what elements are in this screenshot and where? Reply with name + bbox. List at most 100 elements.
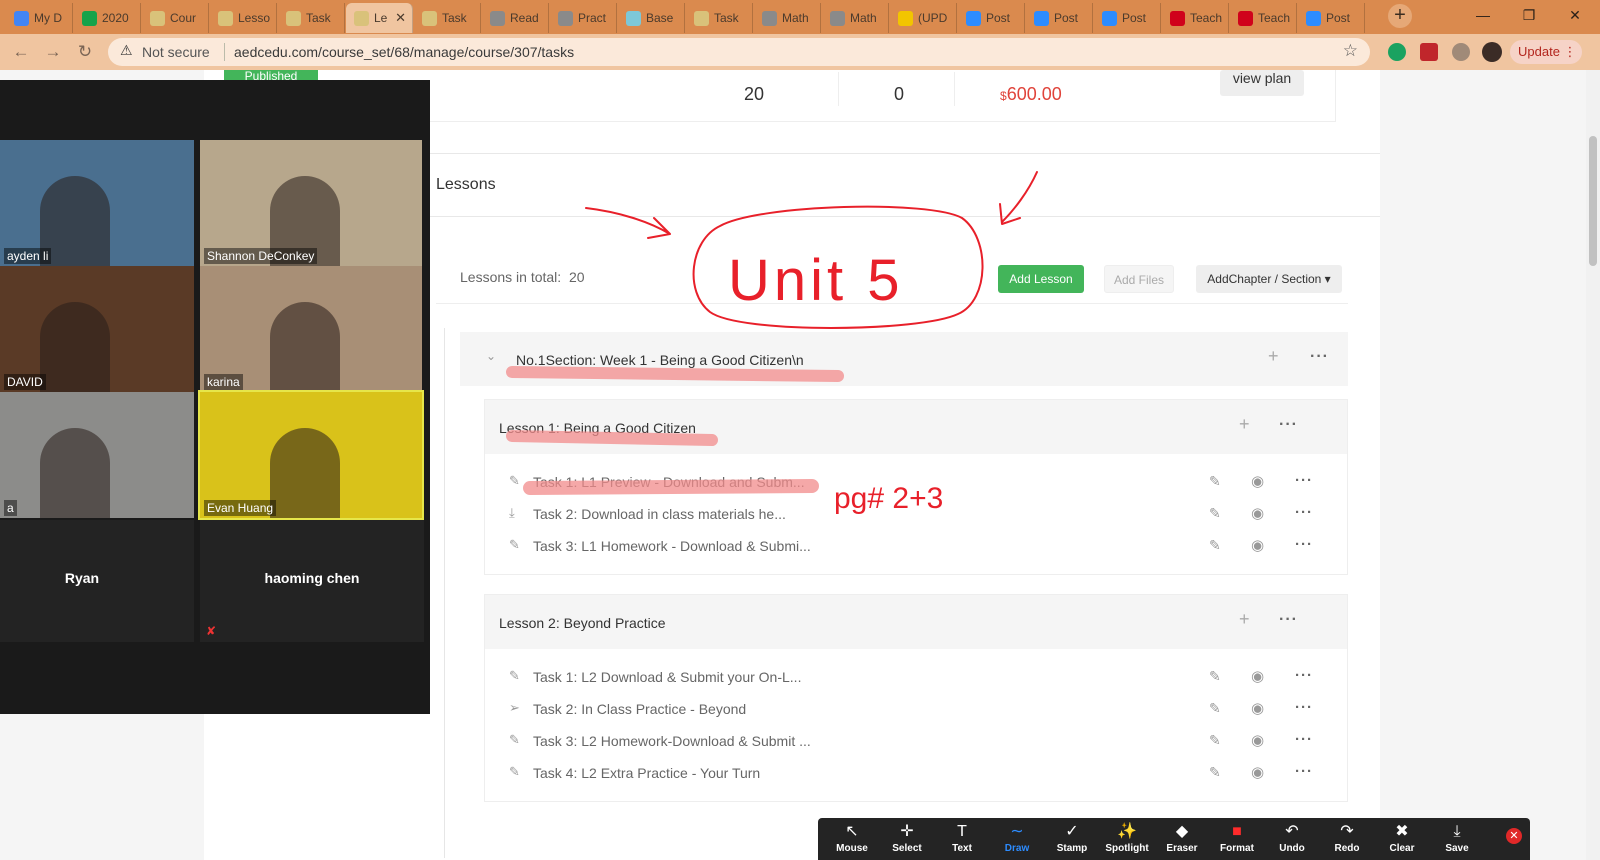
edit-pencil-icon[interactable]: ✎ — [1209, 505, 1221, 522]
close-window-button[interactable]: ✕ — [1552, 0, 1598, 32]
task-title[interactable]: Task 2: Download in class materials he..… — [533, 506, 786, 522]
chevron-down-icon[interactable]: ⌄ — [486, 349, 496, 363]
task-row[interactable]: ✎ Task 1: L1 Preview - Download and Subm.… — [509, 472, 1339, 494]
close-annotation-icon[interactable]: ✕ — [1506, 828, 1522, 844]
edit-pencil-icon[interactable]: ✎ — [1209, 473, 1221, 490]
task-title[interactable]: Task 1: L1 Preview - Download and Subm..… — [533, 474, 805, 490]
more-options-icon[interactable]: ··· — [1295, 472, 1313, 489]
more-options-icon[interactable]: ··· — [1295, 667, 1313, 684]
profile-avatar[interactable] — [1482, 42, 1502, 62]
puzzle-extensions-icon[interactable] — [1452, 43, 1470, 61]
edit-pencil-icon[interactable]: ✎ — [1209, 537, 1221, 554]
annotate-tool-draw[interactable]: ∼ Draw — [991, 822, 1043, 854]
browser-tab[interactable]: Task — [414, 3, 481, 33]
more-options-icon[interactable]: ··· — [1295, 504, 1313, 521]
browser-tab[interactable]: Post — [1094, 3, 1161, 33]
view-plan-button[interactable]: view plan — [1220, 70, 1304, 96]
task-title[interactable]: Task 2: In Class Practice - Beyond — [533, 701, 746, 717]
browser-tab[interactable]: Le ✕ — [346, 3, 413, 33]
annotate-tool-clear[interactable]: ✖ Clear — [1376, 822, 1428, 854]
more-options-icon[interactable]: ··· — [1295, 731, 1313, 748]
video-tile[interactable]: DAVID — [0, 266, 194, 392]
participant-tile[interactable]: haoming chen ✘ — [200, 520, 424, 642]
add-lesson-button[interactable]: Add Lesson — [998, 265, 1084, 293]
annotate-tool-text[interactable]: T Text — [936, 822, 988, 854]
task-row[interactable]: ✎ Task 3: L2 Homework-Download & Submit .… — [509, 731, 1339, 753]
more-options-icon[interactable]: ··· — [1279, 611, 1298, 629]
add-icon[interactable]: + — [1239, 414, 1250, 435]
video-tile[interactable]: Evan Huang — [198, 390, 424, 520]
more-options-icon[interactable]: ··· — [1295, 536, 1313, 553]
url-text[interactable]: aedcedu.com/course_set/68/manage/course/… — [234, 44, 574, 60]
edit-pencil-icon[interactable]: ✎ — [1209, 668, 1221, 685]
browser-tab[interactable]: Teach — [1230, 3, 1297, 33]
add-icon[interactable]: + — [1239, 609, 1250, 630]
bookmark-star-icon[interactable]: ☆ — [1343, 41, 1358, 61]
more-options-icon[interactable]: ··· — [1310, 348, 1329, 366]
task-title[interactable]: Task 4: L2 Extra Practice - Your Turn — [533, 765, 760, 781]
close-tab-icon[interactable]: ✕ — [395, 3, 406, 33]
back-button[interactable]: ← — [10, 41, 32, 63]
update-button[interactable]: Update ⋮ — [1510, 40, 1582, 64]
minimize-button[interactable]: — — [1460, 0, 1506, 32]
annotate-tool-stamp[interactable]: ✓ Stamp — [1046, 822, 1098, 854]
annotate-tool-save[interactable]: ⤓ Save — [1431, 822, 1483, 854]
annotate-tool-redo[interactable]: ↷ Redo — [1321, 822, 1373, 854]
video-tile[interactable]: karina — [200, 266, 422, 392]
forward-button[interactable]: → — [42, 41, 64, 63]
browser-tab[interactable]: Task — [686, 3, 753, 33]
edit-pencil-icon[interactable]: ✎ — [1209, 764, 1221, 781]
reload-button[interactable]: ↻ — [74, 41, 96, 63]
add-icon[interactable]: + — [1268, 346, 1279, 367]
task-row[interactable]: ⤓ Task 2: Download in class materials he.… — [509, 504, 1339, 526]
video-tile[interactable]: Shannon DeConkey — [200, 140, 422, 266]
browser-tab[interactable]: Base — [618, 3, 685, 33]
browser-tab[interactable]: Cour — [142, 3, 209, 33]
add-chapter-section-dropdown[interactable]: AddChapter / Section ▾ — [1196, 265, 1342, 293]
preview-eye-icon[interactable]: ◉ — [1251, 536, 1264, 554]
preview-eye-icon[interactable]: ◉ — [1251, 731, 1264, 749]
preview-eye-icon[interactable]: ◉ — [1251, 472, 1264, 490]
section-row[interactable]: ⌄ No.1Section: Week 1 - Being a Good Cit… — [460, 332, 1348, 386]
preview-eye-icon[interactable]: ◉ — [1251, 667, 1264, 685]
browser-tab[interactable]: Math — [754, 3, 821, 33]
scrollbar-thumb[interactable] — [1589, 136, 1597, 266]
edit-pencil-icon[interactable]: ✎ — [1209, 732, 1221, 749]
annotate-tool-mouse[interactable]: ↖ Mouse — [826, 822, 878, 854]
browser-tab[interactable]: Post — [958, 3, 1025, 33]
address-bar[interactable]: ⚠ Not secure aedcedu.com/course_set/68/m… — [108, 38, 1370, 66]
more-options-icon[interactable]: ··· — [1279, 416, 1298, 434]
task-row[interactable]: ✎ Task 1: L2 Download & Submit your On-L.… — [509, 667, 1339, 689]
browser-tab[interactable]: 2020 — [74, 3, 141, 33]
preview-eye-icon[interactable]: ◉ — [1251, 699, 1264, 717]
restore-button[interactable]: ❐ — [1506, 0, 1552, 32]
annotate-tool-undo[interactable]: ↶ Undo — [1266, 822, 1318, 854]
task-row[interactable]: ✎ Task 4: L2 Extra Practice - Your Turn ✎ ◉… — [509, 763, 1339, 785]
task-title[interactable]: Task 1: L2 Download & Submit your On-L..… — [533, 669, 801, 685]
browser-tab[interactable]: Pract — [550, 3, 617, 33]
annotate-tool-spotlight[interactable]: ✨ Spotlight — [1101, 822, 1153, 854]
lesson-header[interactable]: Lesson 2: Beyond Practice + ··· — [485, 595, 1347, 649]
more-options-icon[interactable]: ··· — [1295, 699, 1313, 716]
browser-tab[interactable]: Math — [822, 3, 889, 33]
lesson-header[interactable]: Lesson 1: Being a Good Citizen + ··· — [485, 400, 1347, 454]
new-tab-button[interactable]: + — [1388, 4, 1412, 28]
preview-eye-icon[interactable]: ◉ — [1251, 504, 1264, 522]
browser-tab[interactable]: Post — [1298, 3, 1365, 33]
page-scrollbar[interactable] — [1586, 70, 1600, 860]
browser-tab[interactable]: Teach — [1162, 3, 1229, 33]
more-options-icon[interactable]: ··· — [1295, 763, 1313, 780]
video-tile[interactable]: a — [0, 392, 194, 518]
preview-eye-icon[interactable]: ◉ — [1251, 763, 1264, 781]
browser-tab[interactable]: Task — [278, 3, 345, 33]
add-files-button[interactable]: Add Files — [1104, 265, 1174, 293]
participant-tile[interactable]: Ryan — [0, 520, 194, 642]
task-title[interactable]: Task 3: L1 Homework - Download & Submi..… — [533, 538, 811, 554]
annotate-tool-select[interactable]: ✛ Select — [881, 822, 933, 854]
ublock-icon[interactable] — [1420, 43, 1438, 61]
task-row[interactable]: ✎ Task 3: L1 Homework - Download & Submi.… — [509, 536, 1339, 558]
extension-icon[interactable] — [1388, 43, 1406, 61]
video-tile[interactable]: ayden li — [0, 140, 194, 266]
browser-tab[interactable]: Read — [482, 3, 549, 33]
browser-tab[interactable]: Post — [1026, 3, 1093, 33]
